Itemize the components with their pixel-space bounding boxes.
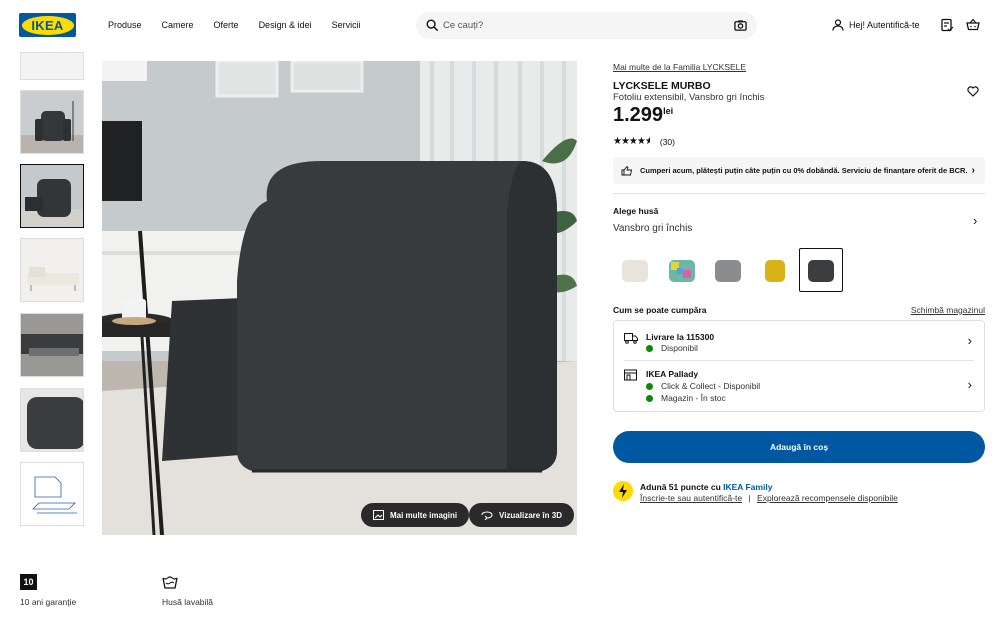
family-link[interactable]: Mai multe de la Familia LYCKSELE	[613, 62, 985, 72]
truck-icon	[624, 333, 638, 344]
thumbnail-3-selected[interactable]	[20, 164, 84, 228]
store-in-stock: Magazin - În stoc	[646, 393, 726, 403]
price-value: 1.299	[613, 104, 664, 126]
thumbnail-2[interactable]	[20, 90, 84, 154]
login-link[interactable]: Hej! Autentifică-te	[832, 19, 920, 31]
logo-text: IKEA	[31, 17, 64, 33]
thumbnail-4[interactable]	[20, 238, 84, 302]
store-icon	[624, 369, 637, 381]
washable-label: Husă lavabilă	[162, 597, 214, 607]
ikea-family-link[interactable]: IKEA Family	[723, 482, 772, 492]
view-3d-button[interactable]: Vizualizare în 3D	[469, 503, 574, 527]
product-description: Fotoliu extensibil, Vansbro gri închis	[613, 92, 765, 103]
warranty-icon: 10	[20, 574, 37, 590]
available-dot	[646, 394, 653, 402]
chevron-right-icon: ›	[967, 377, 972, 392]
store-title: IKEA Pallady	[646, 369, 699, 379]
ikea-logo[interactable]: IKEA	[19, 13, 76, 37]
swatch-grey[interactable]	[706, 248, 750, 292]
login-label: Hej! Autentifică-te	[849, 20, 920, 30]
more-images-label: Mai multe imagini	[390, 510, 458, 520]
store-row[interactable]: IKEA Pallady Click & Collect - Disponibi…	[614, 363, 984, 408]
cover-label: Alege husă	[613, 206, 659, 216]
available-dot	[646, 382, 653, 390]
nav-item-camere[interactable]: Camere	[162, 20, 194, 30]
family-links: Înscrie-te sau autentifică-te | Explorea…	[640, 493, 898, 503]
add-to-cart-button[interactable]: Adaugă în coș	[613, 431, 985, 463]
family-points-icon	[613, 481, 633, 501]
header: IKEA Produse Camere Oferte Design & idei…	[0, 0, 1000, 52]
washable-icon	[162, 576, 178, 589]
availability-box: Livrare la 115300 Disponibil › IKEA Pall…	[613, 320, 985, 412]
main-nav: Produse Camere Oferte Design & idei Serv…	[108, 20, 381, 30]
shopping-list-icon[interactable]	[940, 18, 954, 32]
thumbnail-6[interactable]	[20, 388, 84, 452]
swatch-dark-grey-selected[interactable]	[799, 248, 843, 292]
main-product-image[interactable]: Mai multe imagini Vizualizare în 3D	[102, 61, 577, 535]
nav-item-servicii[interactable]: Servicii	[332, 20, 361, 30]
nav-item-oferte[interactable]: Oferte	[214, 20, 239, 30]
chevron-right-icon: ›	[971, 165, 975, 176]
delivery-status: Disponibil	[646, 343, 698, 353]
search-icon	[426, 19, 439, 32]
family-points-text: Adună 51 puncte cu IKEA Family	[640, 482, 773, 492]
finance-text: Cumperi acum, plătești puțin câte puțin …	[640, 166, 968, 175]
view-3d-label: Vizualizare în 3D	[499, 510, 562, 520]
nav-item-produse[interactable]: Produse	[108, 20, 142, 30]
camera-icon[interactable]	[734, 19, 747, 32]
swatch-multicolor[interactable]	[660, 248, 704, 292]
rating-stars: ★★★★★	[613, 136, 650, 147]
swatch-beige[interactable]	[613, 248, 657, 292]
cover-value: Vansbro gri închis	[613, 223, 693, 234]
more-images-button[interactable]: Mai multe imagini	[361, 503, 470, 527]
thumbnail-5[interactable]	[20, 313, 84, 377]
available-dot	[646, 344, 653, 352]
rating[interactable]: ★★★★★ (30)	[613, 136, 985, 147]
search-bar[interactable]: Ce cauți?	[416, 12, 757, 39]
user-icon	[832, 19, 844, 31]
delivery-title: Livrare la 115300	[646, 332, 715, 342]
divider	[624, 360, 974, 361]
gallery-icon	[373, 510, 384, 520]
search-input[interactable]: Ce cauți?	[443, 20, 483, 31]
thumbnail-7-drawing[interactable]	[20, 462, 84, 526]
swatch-yellow[interactable]	[752, 248, 796, 292]
cover-chevron-icon[interactable]: ›	[973, 213, 977, 228]
divider	[613, 193, 985, 194]
nav-item-design[interactable]: Design & idei	[259, 20, 312, 30]
cart-icon[interactable]	[966, 18, 980, 32]
change-store-link[interactable]: Schimbă magazinul	[911, 305, 985, 315]
rewards-link[interactable]: Explorează recompensele disponibile	[757, 493, 898, 503]
rating-count: (30)	[659, 136, 675, 147]
product-price: 1.299lei	[613, 104, 985, 127]
thumbs-up-icon	[621, 165, 633, 175]
product-name: LYCKSELE MURBO	[613, 80, 711, 92]
thumbnail-1[interactable]	[20, 52, 84, 80]
finance-banner[interactable]: Cumperi acum, plătești puțin câte puțin …	[613, 157, 985, 184]
signup-link[interactable]: Înscrie-te sau autentifică-te	[640, 493, 742, 503]
chevron-right-icon: ›	[967, 333, 972, 348]
store-click-collect: Click & Collect - Disponibil	[646, 381, 760, 391]
rotate-3d-icon	[481, 511, 493, 520]
warranty-label: 10 ani garanție	[20, 597, 77, 607]
price-currency: lei	[663, 106, 674, 116]
